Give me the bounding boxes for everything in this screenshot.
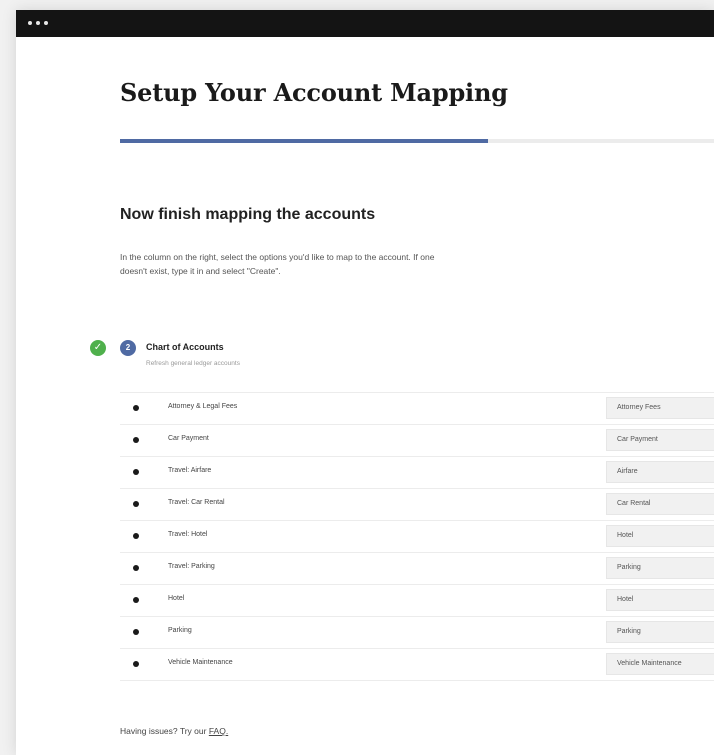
- page-title: Setup Your Account Mapping: [120, 78, 508, 107]
- mapping-select[interactable]: Car Rental: [606, 493, 714, 515]
- mapping-select[interactable]: Vehicle Maintenance: [606, 653, 714, 675]
- account-name: Car Payment: [168, 435, 209, 442]
- bullet-icon: [133, 437, 139, 443]
- section-heading: Now finish mapping the accounts: [120, 206, 376, 223]
- mapping-select[interactable]: Hotel: [606, 589, 714, 611]
- step-number-badge: 2: [120, 340, 136, 356]
- bullet-icon: [133, 597, 139, 603]
- faq-link[interactable]: FAQ.: [209, 726, 228, 736]
- mapping-select[interactable]: Attorney Fees: [606, 397, 714, 419]
- account-name: Vehicle Maintenance: [168, 659, 233, 666]
- account-row: Vehicle Maintenance Vehicle Maintenance: [120, 649, 714, 681]
- account-name: Attorney & Legal Fees: [168, 403, 238, 410]
- chart-of-accounts-title: Chart of Accounts: [146, 342, 224, 352]
- progress-fill: [120, 139, 489, 143]
- window-titlebar: [16, 10, 714, 37]
- account-row: Car Payment Car Payment: [120, 425, 714, 457]
- mapping-select[interactable]: Parking: [606, 557, 714, 579]
- account-row: Hotel Hotel: [120, 585, 714, 617]
- mapping-select-value: Parking: [617, 628, 641, 635]
- window-dot-icon: [28, 21, 32, 25]
- mapping-select[interactable]: Parking: [606, 621, 714, 643]
- window-dot-icon: [36, 21, 40, 25]
- bullet-icon: [133, 629, 139, 635]
- account-name: Hotel: [168, 595, 185, 602]
- mapping-select-value: Car Payment: [617, 436, 658, 443]
- mapping-select-value: Hotel: [617, 532, 634, 539]
- account-name: Travel: Airfare: [168, 467, 212, 474]
- mapping-select-value: Car Rental: [617, 500, 651, 507]
- bullet-icon: [133, 405, 139, 411]
- account-row: Travel: Airfare Airfare: [120, 457, 714, 489]
- help-text: Having issues? Try our FAQ.: [120, 726, 228, 736]
- account-row: Parking Parking: [120, 617, 714, 649]
- account-row: Travel: Parking Parking: [120, 553, 714, 585]
- chart-of-accounts-subtitle: Refresh general ledger accounts: [146, 360, 240, 367]
- bullet-icon: [133, 533, 139, 539]
- account-row: Attorney & Legal Fees Attorney Fees: [120, 392, 714, 425]
- bullet-icon: [133, 469, 139, 475]
- mapping-select-value: Vehicle Maintenance: [617, 660, 682, 667]
- mapping-select-value: Airfare: [617, 468, 638, 475]
- bullet-icon: [133, 565, 139, 571]
- mapping-select[interactable]: Hotel: [606, 525, 714, 547]
- bullet-icon: [133, 501, 139, 507]
- account-name: Travel: Car Rental: [168, 499, 225, 506]
- mapping-select-value: Attorney Fees: [617, 404, 661, 411]
- help-prefix: Having issues? Try our: [120, 726, 209, 736]
- progress-bar: [120, 139, 714, 143]
- section-description: In the column on the right, select the o…: [120, 252, 435, 276]
- account-mapping-list: Attorney & Legal Fees Attorney Fees Car …: [120, 392, 714, 681]
- mapping-select[interactable]: Car Payment: [606, 429, 714, 451]
- app-window: Setup Your Account Mapping Now finish ma…: [16, 10, 714, 755]
- step-complete-check-icon: ✓: [90, 340, 106, 356]
- mapping-select-value: Hotel: [617, 596, 634, 603]
- account-row: Travel: Hotel Hotel: [120, 521, 714, 553]
- mapping-select[interactable]: Airfare: [606, 461, 714, 483]
- account-name: Travel: Parking: [168, 563, 215, 570]
- bullet-icon: [133, 661, 139, 667]
- window-dot-icon: [44, 21, 48, 25]
- mapping-select-value: Parking: [617, 564, 641, 571]
- account-name: Travel: Hotel: [168, 531, 208, 538]
- account-row: Travel: Car Rental Car Rental: [120, 489, 714, 521]
- window-controls[interactable]: [28, 21, 48, 25]
- account-name: Parking: [168, 627, 192, 634]
